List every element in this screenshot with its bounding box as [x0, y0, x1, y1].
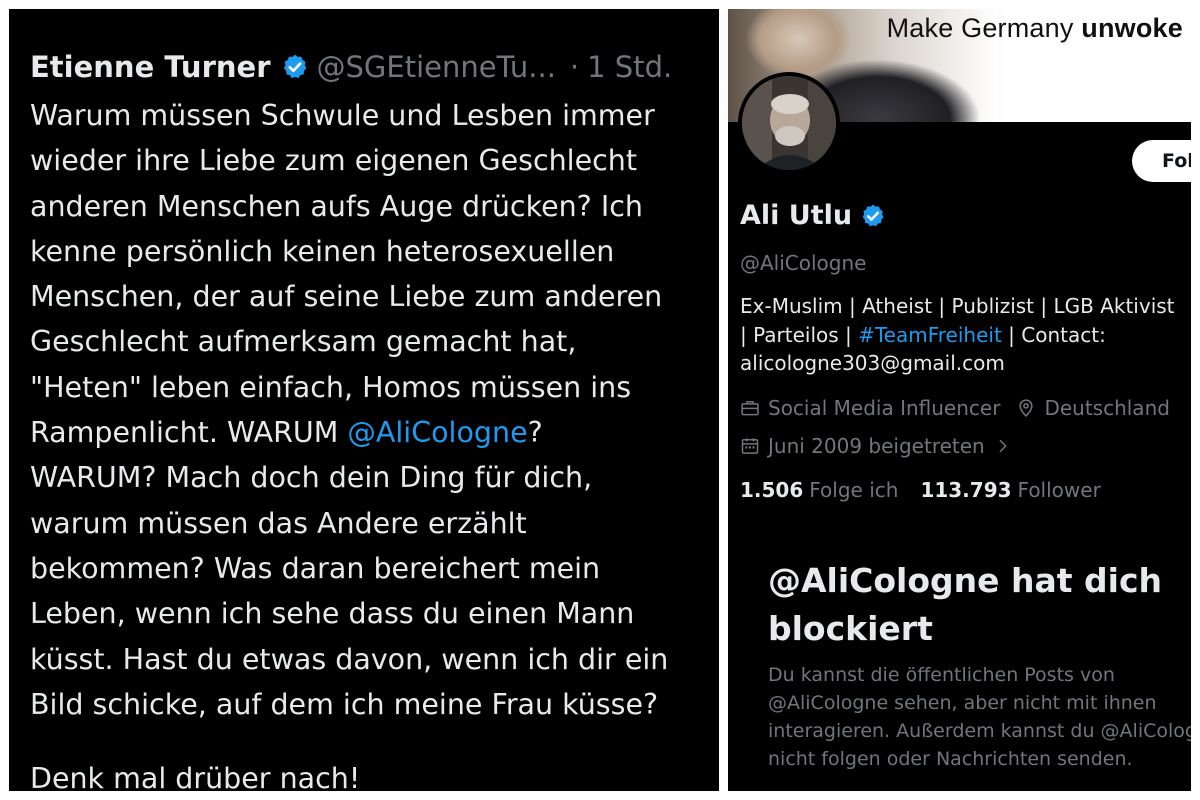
profile-category: Social Media Influencer — [768, 396, 1001, 420]
tweet-header: Etienne Turner @SGEtienneTu... · 1 Std. — [30, 47, 710, 87]
tweet-text-segment: ? — [527, 416, 543, 450]
blocked-description: Du kannst die öffentlichen Posts von @Al… — [768, 661, 1191, 773]
tweet-text-line: bekommen? Was daran bereichert mein — [30, 551, 601, 585]
tweet-text-line: Leben, wenn ich sehe dass du einen Mann — [30, 597, 635, 631]
bio-email: alicologne303@gmail.com — [740, 351, 1005, 375]
avatar-portrait — [742, 76, 836, 170]
mention-link[interactable]: @AliCologne — [347, 416, 527, 449]
profile-stats: 1.506 Folge ich 113.793 Follower — [740, 476, 1101, 504]
tweet-author-handle[interactable]: @SGEtienneTu... — [317, 47, 556, 87]
tweet-timestamp[interactable]: 1 Std. — [587, 47, 672, 87]
tweet-text-line: wieder ihre Liebe zum eigenen Geschlecht — [30, 144, 638, 178]
briefcase-icon — [741, 401, 759, 416]
profile-joined-date: Juni 2009 beigetreten — [768, 434, 985, 458]
followers-count: 113.793 — [920, 478, 1012, 502]
tweet-text-line: Bild schicke, auf dem ich meine Frau küs… — [30, 687, 659, 721]
blocked-title-line: blockiert — [768, 609, 933, 648]
blocked-text-line: @AliCologne sehen, aber nicht mit ihnen — [768, 692, 1157, 714]
verified-badge-icon — [283, 54, 306, 79]
banner-slogan-bold: unwoke — [1081, 13, 1183, 43]
following-label: Folge ich — [809, 478, 899, 502]
chevron-right-icon — [999, 439, 1007, 453]
following-stat[interactable]: 1.506 Folge ich — [740, 476, 898, 504]
hashtag-link[interactable]: #TeamFreiheit — [858, 323, 1002, 347]
avatar[interactable] — [738, 72, 840, 174]
tweet-text-line: kenne persönlich keinen heterosexuellen — [30, 234, 615, 268]
tweet-text: Warum müssen Schwule und Lesben immer wi… — [30, 93, 719, 727]
tweet-text-line: küsst. Hast du etwas davon, wenn ich dir… — [30, 642, 669, 676]
blocked-text-line: Du kannst die öffentlichen Posts von — [768, 664, 1115, 686]
tweet-text-line: Warum müssen Schwule und Lesben immer — [30, 99, 655, 132]
bio-segment: | Parteilos | — [740, 322, 859, 347]
blocked-title-line: @AliCologne hat dich — [768, 561, 1163, 600]
blocked-text-line: interagieren. Außerdem kannst du @AliCol… — [768, 720, 1191, 742]
followers-stat[interactable]: 113.793 Follower — [920, 476, 1100, 504]
profile-meta-row: Social Media Influencer Deutschland — [740, 394, 1170, 422]
profile-bio: Ex-Muslim | Atheist | Publizist | LGB Ak… — [740, 292, 1190, 378]
banner-slogan-regular: Make Germany — [886, 13, 1082, 43]
tweet-author-name[interactable]: Etienne Turner — [30, 47, 271, 87]
tweet-text-line: anderen Menschen aufs Auge drücken? Ich — [30, 189, 643, 223]
bio-line: | Parteilos | #TeamFreiheit | Contact: — [740, 321, 1190, 350]
tweet-text-line: WARUM? Mach doch dein Ding für dich, — [30, 461, 593, 495]
calendar-icon — [741, 438, 759, 454]
profile-location: Deutschland — [1044, 396, 1170, 420]
tweet-panel: Etienne Turner @SGEtienneTu... · 1 Std. … — [9, 9, 719, 791]
location-pin-icon — [1019, 399, 1034, 417]
banner-slogan: Make Germany unwoke — [887, 13, 1183, 44]
bio-line: Ex-Muslim | Atheist | Publizist | LGB Ak… — [740, 294, 1175, 318]
profile-panel: Make Germany unwoke Fol Ali Utlu @AliCol… — [728, 9, 1191, 791]
blocked-title: @AliCologne hat dich blockiert — [768, 557, 1191, 653]
tweet-text-line: "Heten" leben einfach, Homos müssen ins — [30, 370, 632, 404]
avatar-photo — [742, 76, 836, 170]
tweet-text-line: Geschlecht aufmerksam gemacht hat, — [30, 325, 577, 359]
follow-button[interactable]: Fol — [1132, 140, 1191, 182]
profile-meta-row[interactable]: Juni 2009 beigetreten — [740, 432, 1011, 460]
tweet-text-line: Menschen, der auf seine Liebe zum andere… — [30, 280, 663, 314]
profile-handle: @AliCologne — [740, 251, 867, 275]
tweet-closing-line: Denk mal drüber nach! — [30, 762, 361, 791]
tweet-text-segment: Rampenlicht. WARUM — [30, 416, 348, 450]
tweet-text-line: Rampenlicht. WARUM @AliCologne? — [30, 410, 719, 455]
profile-display-name: Ali Utlu — [740, 200, 853, 231]
profile-name-row: Ali Utlu — [740, 199, 886, 233]
blocked-text-line: nicht folgen oder Nachrichten senden. — [768, 748, 1133, 770]
tweet-text-line: warum müssen das Andere erzählt — [30, 506, 527, 540]
bio-segment: | Contact: — [1001, 322, 1106, 347]
followers-label: Follower — [1017, 478, 1101, 502]
tweet-separator: · — [569, 50, 580, 84]
following-count: 1.506 — [740, 478, 804, 502]
verified-badge-icon — [862, 204, 884, 227]
